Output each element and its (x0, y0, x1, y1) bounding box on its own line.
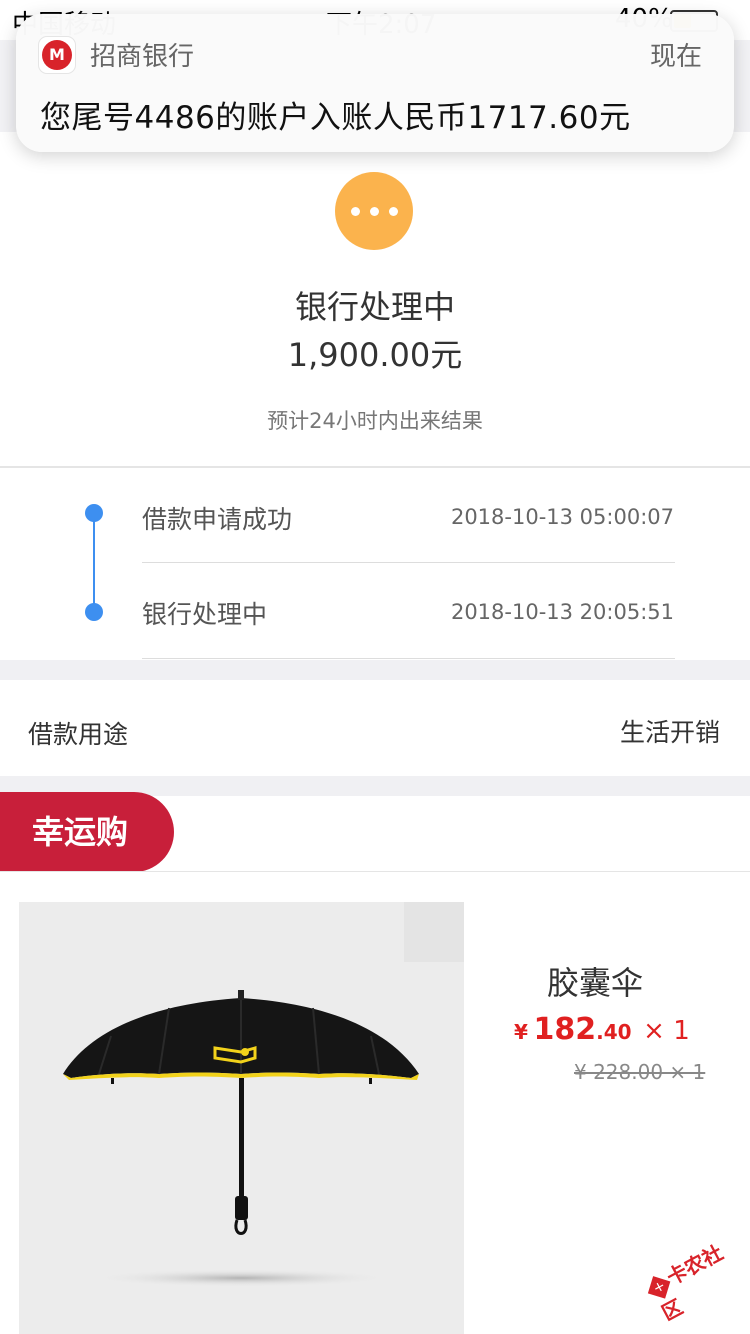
timeline-separator (142, 658, 675, 659)
loan-amount: 1,900.00元 (287, 336, 463, 374)
status-title: 银行处理中 (294, 288, 455, 326)
more-dots-icon (335, 172, 413, 250)
lucky-buy-tab[interactable]: 幸运购 (0, 792, 174, 872)
price-currency: ¥ (514, 1020, 528, 1044)
notification-time: 现在 (649, 42, 702, 72)
purpose-label: 借款用途 (28, 720, 129, 749)
timeline-line (93, 520, 95, 612)
notification-app-name: 招商银行 (90, 42, 195, 72)
product-price: ¥ 182.40 × 1 (514, 1012, 690, 1047)
umbrella-image[interactable] (19, 902, 464, 1334)
original-price: ¥ 228.00 × 1 (574, 1060, 706, 1084)
timeline-step-label: 借款申请成功 (142, 505, 293, 534)
cmb-logo-icon: M (38, 36, 76, 74)
eta-text: 预计24小时内出来结果 (267, 409, 483, 433)
watermark: ✕卡农社区 (642, 1228, 750, 1326)
push-notification[interactable]: M 招商银行 现在 您尾号4486的账户入账人民币1717.60元 (16, 14, 734, 152)
divider (0, 466, 750, 468)
price-integer: 182 (533, 1012, 597, 1047)
timeline-separator (142, 562, 675, 563)
timeline-step-time: 2018-10-13 20:05:51 (450, 600, 674, 624)
product-name[interactable]: 胶囊伞 (480, 958, 710, 1004)
price-quantity: × 1 (643, 1016, 690, 1046)
cmb-logo-mark: M (42, 40, 72, 70)
divider (0, 871, 750, 872)
watermark-logo-icon: ✕ (647, 1276, 671, 1299)
purpose-value: 生活开销 (619, 718, 720, 747)
timeline-step-time: 2018-10-13 05:00:07 (450, 505, 674, 529)
timeline-dot-icon (85, 603, 103, 621)
notification-message: 您尾号4486的账户入账人民币1717.60元 (40, 100, 631, 136)
section-gap (0, 660, 750, 680)
timeline-step-label: 银行处理中 (142, 600, 268, 629)
price-decimal: .40 (596, 1020, 632, 1044)
